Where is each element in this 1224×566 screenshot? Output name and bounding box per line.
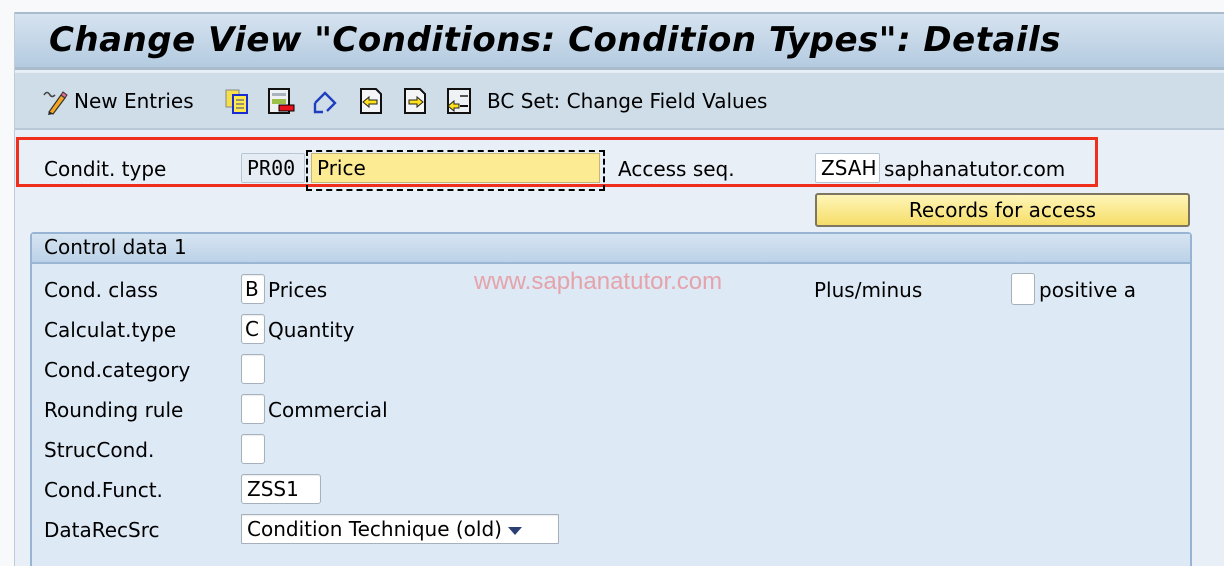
copy-as-icon — [225, 89, 248, 114]
cond-class-field[interactable]: B — [241, 274, 265, 304]
next-entry-icon — [404, 88, 426, 114]
undo-change-icon — [313, 91, 337, 114]
data-rec-src-dropdown[interactable]: Condition Technique (old) — [241, 514, 559, 544]
plus-minus-field[interactable] — [1011, 273, 1035, 305]
data-rec-src-label: DataRecSrc — [44, 518, 160, 542]
rounding-rule-field[interactable] — [241, 394, 265, 424]
edit-pencil-icon — [43, 91, 68, 115]
plus-minus-label: Plus/minus — [814, 278, 923, 302]
title-bar: Change View "Conditions: Condition Types… — [15, 12, 1224, 70]
previous-entry-icon — [360, 88, 382, 114]
undo-change-button[interactable] — [311, 86, 339, 116]
calculat-type-label: Calculat.type — [44, 318, 177, 342]
bc-set-change-field-values-button[interactable]: BC Set: Change Field Values — [487, 86, 767, 116]
watermark: www.saphanatutor.com — [474, 268, 723, 295]
access-seq-desc: saphanatutor.com — [884, 157, 1066, 181]
next-entry-button[interactable] — [401, 86, 429, 116]
cond-class-desc: Prices — [268, 278, 328, 302]
cond-category-field[interactable] — [241, 354, 265, 384]
delete-button[interactable] — [267, 86, 295, 116]
new-entries-label: New Entries — [74, 89, 194, 113]
new-entries-button[interactable]: New Entries — [41, 86, 194, 116]
data-rec-src-value: Condition Technique (old) — [247, 517, 502, 541]
condit-type-code-field[interactable]: PR00 — [241, 153, 305, 183]
copy-as-button[interactable] — [223, 86, 251, 116]
plus-minus-desc: positive a — [1039, 278, 1137, 302]
condit-type-desc-field[interactable]: Price — [311, 153, 600, 183]
struc-cond-label: StrucCond. — [44, 438, 155, 462]
cond-funct-field[interactable]: ZSS1 — [241, 474, 321, 504]
application-toolbar: New Entries BC Set: Change Field Values — [15, 72, 1224, 130]
previous-entry-button[interactable] — [357, 86, 385, 116]
page-title: Change View "Conditions: Condition Types… — [49, 20, 1061, 60]
cond-category-label: Cond.category — [44, 358, 191, 382]
panel-title: Control data 1 — [44, 235, 187, 259]
panel-header: Control data 1 — [32, 234, 1190, 264]
access-seq-code-field[interactable]: ZSAH — [815, 153, 880, 183]
condit-type-label: Condit. type — [44, 157, 167, 181]
dropdown-arrow-icon[interactable] — [507, 526, 522, 535]
access-seq-label: Access seq. — [618, 157, 735, 181]
calculat-type-desc: Quantity — [268, 318, 355, 342]
select-all-button[interactable] — [445, 86, 473, 116]
records-for-access-button[interactable]: Records for access — [815, 193, 1190, 227]
select-all-icon — [447, 88, 471, 114]
rounding-rule-label: Rounding rule — [44, 398, 184, 422]
cond-class-label: Cond. class — [44, 278, 158, 302]
cond-funct-label: Cond.Funct. — [44, 478, 163, 502]
bc-set-label: BC Set: Change Field Values — [487, 89, 768, 113]
calculat-type-field[interactable]: C — [241, 314, 265, 344]
struc-cond-field[interactable] — [241, 434, 265, 464]
rounding-rule-desc: Commercial — [268, 398, 388, 422]
delete-icon — [268, 88, 295, 114]
